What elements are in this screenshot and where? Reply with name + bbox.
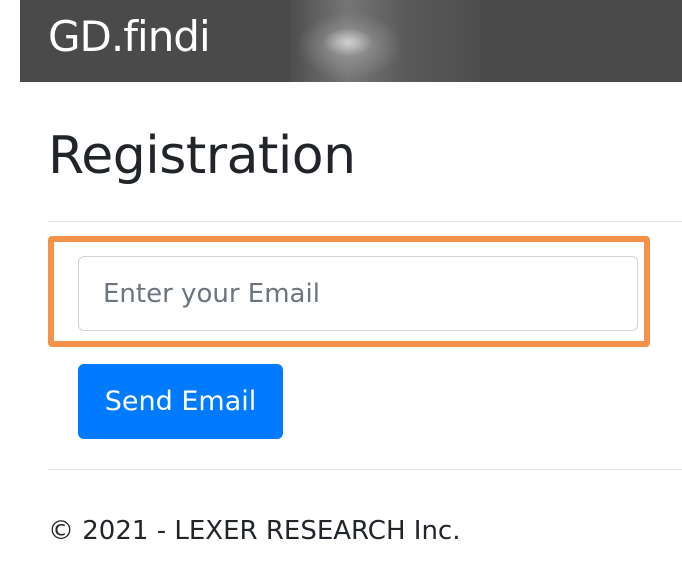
header-banner: GD.findi [20, 0, 682, 82]
email-input[interactable] [78, 256, 638, 331]
page-title: Registration [48, 126, 356, 186]
page-left-margin [0, 0, 20, 573]
brand-logo[interactable]: GD.findi [48, 7, 211, 67]
header-photo-image [290, 0, 480, 82]
footer-copyright: © 2021 - LEXER RESEARCH Inc. [48, 516, 461, 546]
send-email-button[interactable]: Send Email [78, 364, 283, 439]
title-divider [48, 221, 682, 222]
footer-divider [48, 469, 682, 470]
